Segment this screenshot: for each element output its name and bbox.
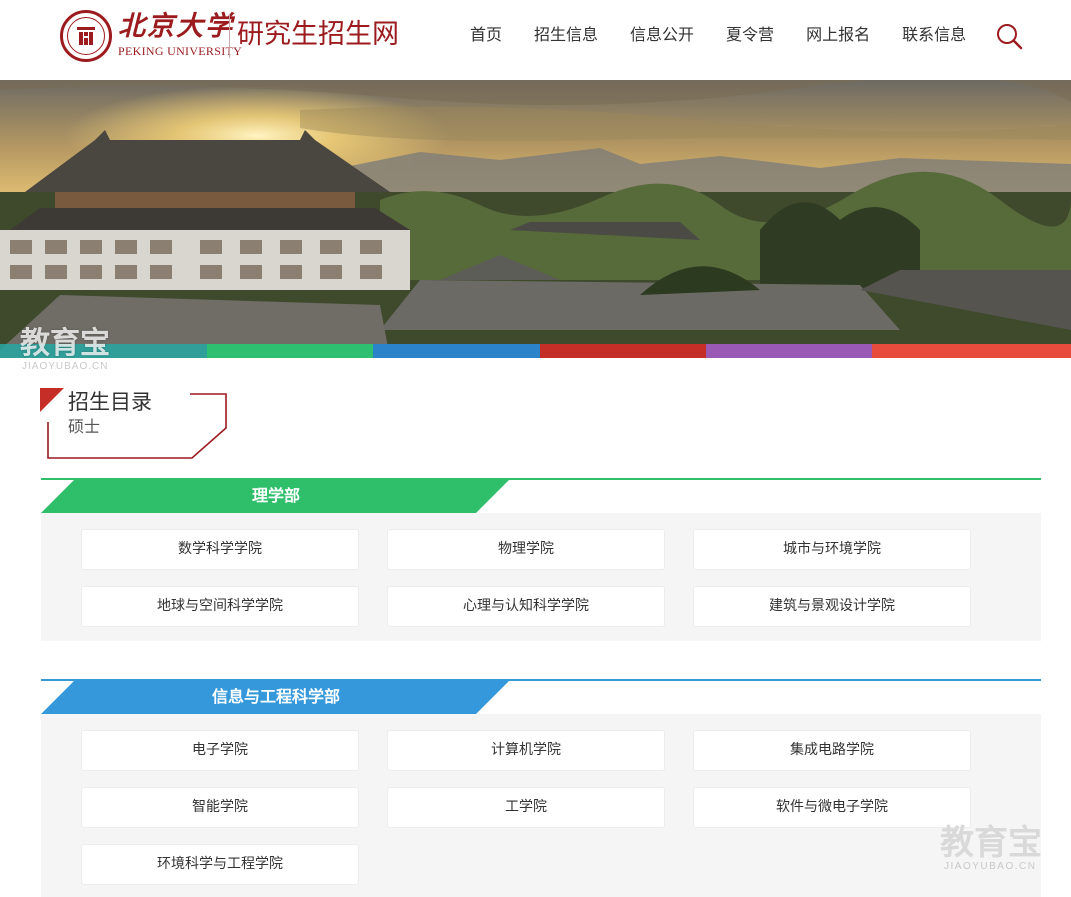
- college-link-math[interactable]: 数学科学学院: [81, 529, 359, 570]
- watermark-logo-bottom: 教育宝: [940, 824, 1042, 862]
- catalog-subtitle: 硕士: [68, 417, 101, 436]
- college-link-electronics[interactable]: 电子学院: [81, 730, 359, 771]
- department-science: 理学部 数学科学学院 物理学院 城市与环境学院 地球与空间科学学院 心理与认知科…: [41, 478, 1041, 641]
- college-link-urban-environment[interactable]: 城市与环境学院: [693, 529, 971, 570]
- college-grid: 电子学院 计算机学院 集成电路学院 智能学院 工学院 软件与微电子学院 环境科学…: [41, 714, 1041, 897]
- nav-home[interactable]: 首页: [470, 22, 502, 50]
- college-link-software-microelectronics[interactable]: 软件与微电子学院: [693, 787, 971, 828]
- banner-color-stripes: [0, 344, 1071, 358]
- college-link-engineering[interactable]: 工学院: [387, 787, 665, 828]
- college-link-earth-space[interactable]: 地球与空间科学学院: [81, 586, 359, 627]
- site-title[interactable]: 研究生招生网: [237, 16, 399, 54]
- department-name[interactable]: 理学部: [41, 478, 511, 513]
- logo-chinese-name: 北京大学: [118, 11, 234, 42]
- college-link-computer-science[interactable]: 计算机学院: [387, 730, 665, 771]
- college-row: 智能学院 工学院 软件与微电子学院: [81, 787, 1041, 828]
- college-row: 电子学院 计算机学院 集成电路学院: [81, 730, 1041, 771]
- watermark-logo: 教育宝: [20, 327, 110, 360]
- department-header: 理学部: [41, 478, 1041, 513]
- site-header: 北京大学 PEKING UNIVERSITY 研究生招生网 首页 招生信息 信息…: [0, 0, 1071, 80]
- campus-banner-image: [0, 80, 1071, 358]
- nav-info-disclosure[interactable]: 信息公开: [630, 22, 694, 50]
- catalog-heading: 招生目录 硕士: [40, 388, 230, 460]
- main-nav: 首页 招生信息 信息公开 夏令营 网上报名 联系信息: [470, 22, 966, 50]
- watermark-url-bottom: JIAOYUBAO.CN: [944, 861, 1037, 872]
- college-row: 数学科学学院 物理学院 城市与环境学院: [81, 529, 1041, 570]
- college-grid: 数学科学学院 物理学院 城市与环境学院 地球与空间科学学院 心理与认知科学学院 …: [41, 513, 1041, 641]
- college-link-architecture[interactable]: 建筑与景观设计学院: [693, 586, 971, 627]
- college-row: 环境科学与工程学院: [81, 844, 1041, 885]
- seal-emblem-icon: [77, 27, 95, 45]
- nav-summer-camp[interactable]: 夏令营: [726, 22, 774, 50]
- college-row: 地球与空间科学学院 心理与认知科学学院 建筑与景观设计学院: [81, 586, 1041, 627]
- college-link-psychology[interactable]: 心理与认知科学学院: [387, 586, 665, 627]
- college-link-environmental-science[interactable]: 环境科学与工程学院: [81, 844, 359, 885]
- logo-divider: [229, 14, 230, 58]
- college-link-integrated-circuits[interactable]: 集成电路学院: [693, 730, 971, 771]
- nav-admission-info[interactable]: 招生信息: [534, 22, 598, 50]
- watermark-url: JIAOYUBAO.CN: [22, 361, 109, 372]
- campus-sunset-illustration: [0, 80, 1071, 358]
- search-icon[interactable]: [995, 22, 1023, 50]
- department-name[interactable]: 信息与工程科学部: [41, 679, 511, 714]
- nav-contact[interactable]: 联系信息: [902, 22, 966, 50]
- catalog-title: 招生目录: [68, 390, 152, 414]
- logo-english-name: PEKING UNIVERSITY: [118, 44, 243, 58]
- department-info-engineering: 信息与工程科学部 电子学院 计算机学院 集成电路学院 智能学院 工学院 软件与微…: [41, 679, 1041, 897]
- college-link-physics[interactable]: 物理学院: [387, 529, 665, 570]
- college-link-intelligence[interactable]: 智能学院: [81, 787, 359, 828]
- department-header: 信息与工程科学部: [41, 679, 1041, 714]
- pku-seal-logo[interactable]: [60, 10, 112, 62]
- nav-online-registration[interactable]: 网上报名: [806, 22, 870, 50]
